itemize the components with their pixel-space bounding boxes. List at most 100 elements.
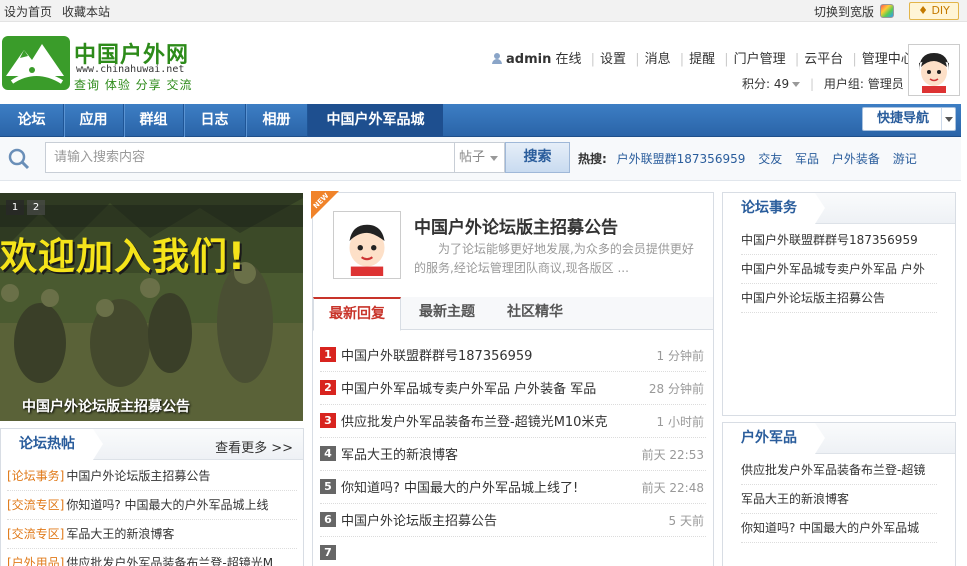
latest-list: 1 中国户外联盟群群号187356959 1 分钟前 2 中国户外军品城专卖户外军品 … [320, 339, 706, 566]
list-item[interactable]: 中国户外论坛版主招募公告 [741, 284, 937, 313]
thread-category[interactable]: [户外用品] [7, 556, 64, 566]
hot-word-link[interactable]: 交友 [758, 152, 782, 166]
usergroup-label[interactable]: 用户组: 管理员 [824, 77, 904, 91]
list-item[interactable]: [户外用品] 供应批发户外军品装备布兰登-超镜光M [7, 549, 297, 566]
list-item[interactable]: 5 你知道吗? 中国最大的户外军品城上线了! 前天 22:48 [320, 471, 706, 504]
rank-number: 2 [320, 380, 336, 395]
rank-number: 7 [320, 545, 336, 560]
list-item[interactable]: 1 中国户外联盟群群号187356959 1 分钟前 [320, 339, 706, 372]
list-item[interactable]: 中国户外军品城专卖户外军品 户外 [741, 255, 937, 284]
list-item[interactable]: 供应批发户外军品装备布兰登-超镜 [741, 456, 937, 485]
list-item[interactable]: [交流专区] 你知道吗? 中国最大的户外军品城上线 [7, 491, 297, 520]
list-item[interactable]: 2 中国户外军品城专卖户外军品 户外装备 军品 28 分钟前 [320, 372, 706, 405]
list-item[interactable]: [交流专区] 军品大王的新浪博客 [7, 520, 297, 549]
slide-caption[interactable]: 中国户外论坛版主招募公告 [22, 396, 190, 416]
thread-title[interactable]: 军品大王的新浪博客 [341, 444, 458, 463]
rank-number: 3 [320, 413, 336, 428]
list-item[interactable]: 4 军品大王的新浪博客 前天 22:53 [320, 438, 706, 471]
thread-title[interactable]: 你知道吗? 中国最大的户外军品城上线 [66, 498, 268, 512]
thread-title[interactable]: 军品大王的新浪博客 [66, 527, 174, 541]
thread-title[interactable]: 中国户外军品城专卖户外军品 户外装备 军品 [341, 378, 596, 397]
search-input[interactable]: 请输入搜索内容 [45, 142, 455, 173]
forum-affairs-list: 中国户外联盟群群号187356959 中国户外军品城专卖户外军品 户外 中国户外… [723, 226, 955, 313]
tab-latest-replies[interactable]: 最新回复 [313, 297, 401, 331]
user-icon [492, 53, 502, 64]
search-placeholder: 请输入搜索内容 [54, 150, 146, 165]
slide-page-2[interactable]: 2 [27, 200, 45, 215]
featured-description: 为了论坛能够更好地发展,为众多的会员提供更好的服务,经论坛管理团队商议,现各版区… [414, 242, 694, 275]
list-item[interactable]: 3 供应批发户外军品装备布兰登-超镜光M10米克 1 小时前 [320, 405, 706, 438]
hot-search-label: 热搜: [578, 152, 607, 166]
list-item[interactable]: 中国户外联盟群群号187356959 [741, 226, 937, 255]
list-item[interactable]: 7 [320, 537, 706, 566]
nav-portal-admin[interactable]: 门户管理 [734, 52, 786, 67]
thread-title[interactable]: 中国户外联盟群群号187356959 [341, 345, 532, 364]
view-more-link[interactable]: 查看更多 >> [215, 437, 293, 456]
search-type-select[interactable]: 帖子 [455, 142, 505, 173]
username-link[interactable]: admin [506, 52, 551, 67]
switch-wide-link[interactable]: 切换到宽版 [814, 3, 874, 20]
thread-time: 28 分钟前 [648, 382, 704, 396]
featured-title[interactable]: 中国户外论坛版主招募公告 [414, 213, 618, 238]
nav-tab-military-mall[interactable]: 中国户外军品城 [308, 104, 443, 137]
list-item[interactable]: 军品大王的新浪博客 [741, 485, 937, 514]
divider: | [590, 52, 596, 67]
thread-title[interactable]: 中国户外论坛版主招募公告 [341, 510, 497, 529]
list-item[interactable]: [论坛事务] 中国户外论坛版主招募公告 [7, 462, 297, 491]
thread-time: 1 分钟前 [656, 349, 704, 363]
points-label: 积分: 49 [742, 77, 790, 91]
thread-title[interactable]: 中国户外论坛版主招募公告 [66, 469, 210, 483]
slide-page-1[interactable]: 1 [6, 200, 24, 215]
top-utility-bar: 设为首页 收藏本站 切换到宽版 ♦ DIY [0, 0, 967, 22]
hot-word-link[interactable]: 户外联盟群187356959 [617, 152, 746, 166]
nav-reminders[interactable]: 提醒 [689, 52, 715, 67]
chevron-down-icon [792, 82, 801, 87]
panel-header: 论坛事务 [723, 193, 955, 224]
hot-word-link[interactable]: 户外装备 [832, 152, 880, 166]
panel-header: 户外军品 [723, 423, 955, 454]
site-logo-icon[interactable] [2, 36, 70, 90]
list-item[interactable]: 你知道吗? 中国最大的户外军品城 [741, 514, 937, 543]
tab-community-essence[interactable]: 社区精华 [491, 297, 579, 330]
outdoor-military-title[interactable]: 户外军品 [723, 423, 825, 454]
thread-title[interactable]: 供应批发户外军品装备布兰登-超镜光M [66, 556, 273, 566]
nav-cloud-platform[interactable]: 云平台 [804, 52, 843, 67]
list-item[interactable]: 6 中国户外论坛版主招募公告 5 天前 [320, 504, 706, 537]
nav-messages[interactable]: 消息 [645, 52, 671, 67]
nav-settings[interactable]: 设置 [600, 52, 626, 67]
panel-header: 论坛热帖 查看更多 >> [1, 429, 303, 460]
user-avatar[interactable] [908, 44, 960, 96]
top-links: 设为首页 收藏本站 [4, 3, 120, 20]
nav-tab-groups[interactable]: 群组 [124, 104, 184, 137]
divider: | [635, 52, 640, 67]
hot-threads-list: [论坛事务] 中国户外论坛版主招募公告 [交流专区] 你知道吗? 中国最大的户外军品… [1, 462, 303, 566]
thread-title[interactable]: 你知道吗? 中国最大的户外军品城上线了! [341, 477, 578, 496]
divider: | [724, 52, 729, 67]
thread-title[interactable]: 供应批发户外军品装备布兰登-超镜光M10米克 [341, 411, 607, 430]
forum-affairs-panel: 论坛事务 中国户外联盟群群号187356959 中国户外军品城专卖户外军品 户外… [722, 192, 956, 416]
search-type-value: 帖子 [459, 150, 486, 165]
main-nav: 论坛 应用 群组 日志 相册 中国户外军品城 [0, 104, 961, 137]
points-dropdown[interactable]: 积分: 49 [742, 77, 801, 91]
skin-palette-icon[interactable] [880, 4, 894, 18]
chevron-down-icon [941, 108, 955, 130]
thread-category[interactable]: [交流专区] [7, 498, 64, 512]
bookmark-link[interactable]: 收藏本站 [62, 5, 110, 19]
set-home-link[interactable]: 设为首页 [4, 5, 52, 19]
nav-admin-center[interactable]: 管理中心 [862, 52, 914, 67]
nav-tab-forum[interactable]: 论坛 [0, 104, 64, 137]
nav-tab-blog[interactable]: 日志 [184, 104, 246, 137]
thread-category[interactable]: [论坛事务] [7, 469, 64, 483]
featured-avatar[interactable] [333, 211, 401, 279]
thread-category[interactable]: [交流专区] [7, 527, 64, 541]
nav-tab-apps[interactable]: 应用 [64, 104, 124, 137]
diy-label: DIY [931, 4, 950, 17]
quick-nav-button[interactable]: 快捷导航 [862, 107, 956, 131]
forum-affairs-title[interactable]: 论坛事务 [723, 193, 825, 224]
diy-button[interactable]: ♦ DIY [909, 2, 959, 20]
nav-tab-album[interactable]: 相册 [246, 104, 308, 137]
hot-word-link[interactable]: 游记 [893, 152, 917, 166]
hot-word-link[interactable]: 军品 [795, 152, 819, 166]
tab-latest-topics[interactable]: 最新主题 [403, 297, 491, 330]
search-button[interactable]: 搜索 [505, 142, 570, 173]
